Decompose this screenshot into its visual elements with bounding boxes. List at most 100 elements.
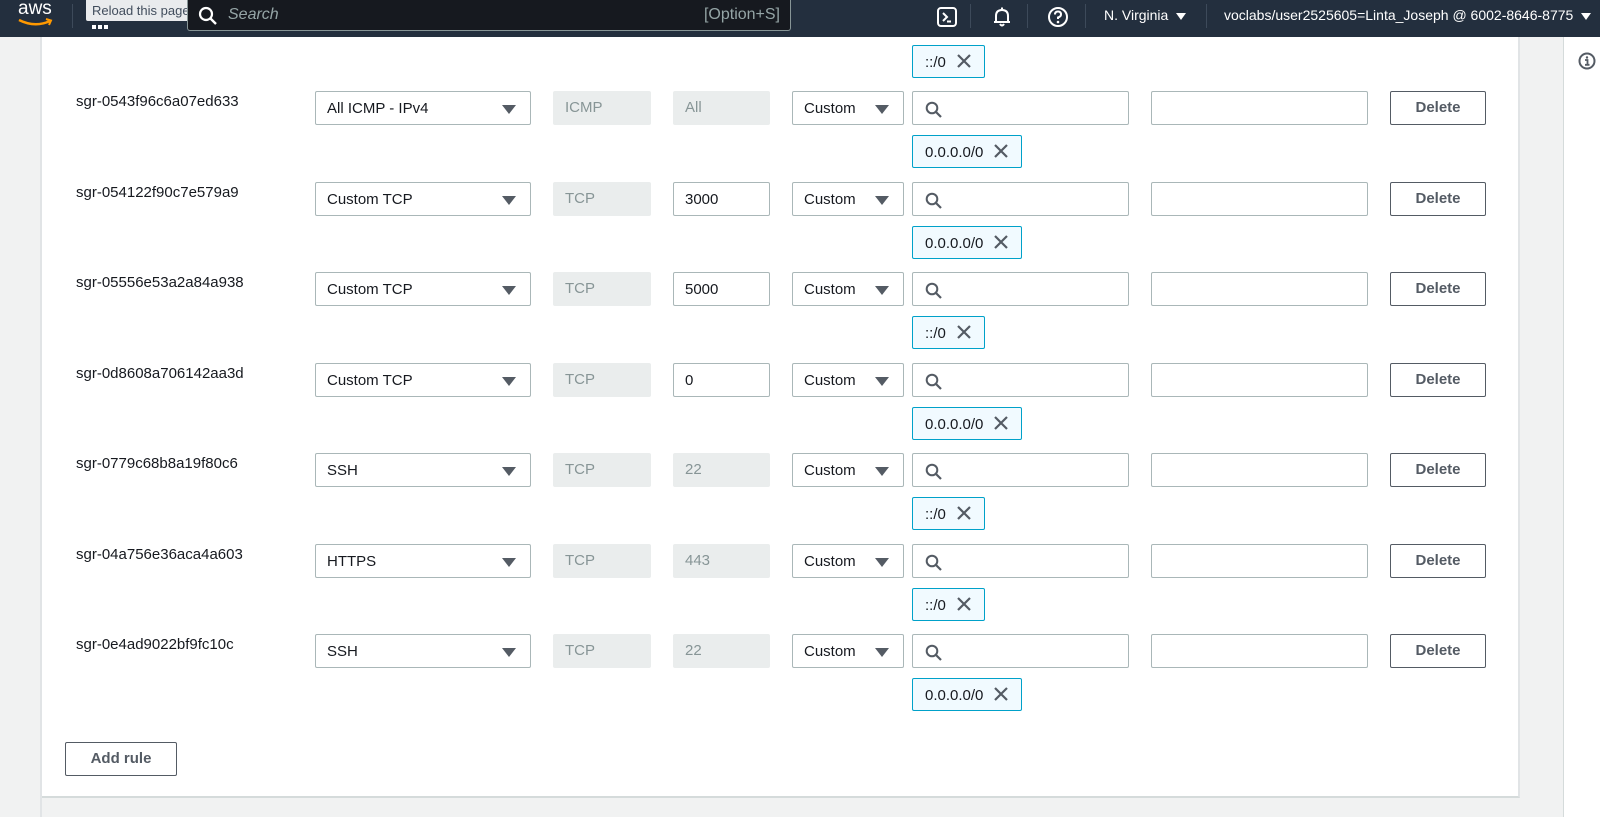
nav-divider <box>1206 4 1207 28</box>
description-input[interactable] <box>1151 91 1368 125</box>
rule-type-select[interactable]: SSH <box>315 453 531 487</box>
remove-token-icon[interactable] <box>993 415 1009 431</box>
remove-token-icon[interactable] <box>956 324 972 340</box>
delete-rule-button[interactable]: Delete <box>1390 363 1486 397</box>
rule-type-select[interactable]: Custom TCP <box>315 272 531 306</box>
search-icon <box>925 192 942 209</box>
protocol-field: TCP <box>553 453 651 487</box>
description-input[interactable] <box>1151 544 1368 578</box>
source-type-select[interactable]: Custom <box>792 634 904 668</box>
description-input[interactable] <box>1151 272 1368 306</box>
description-input[interactable] <box>1151 453 1368 487</box>
description-input[interactable] <box>1151 634 1368 668</box>
rule-type-select[interactable]: Custom TCP <box>315 363 531 397</box>
nav-divider <box>970 4 971 28</box>
caret-down-icon <box>1581 12 1592 20</box>
port-range-field: 443 <box>673 544 770 578</box>
source-cidr-search-input[interactable] <box>912 634 1129 668</box>
description-input[interactable] <box>1151 363 1368 397</box>
search-icon <box>925 282 942 299</box>
source-type-select[interactable]: Custom <box>792 272 904 306</box>
remove-token-icon[interactable] <box>993 234 1009 250</box>
delete-rule-button[interactable]: Delete <box>1390 453 1486 487</box>
rule-type-value: SSH <box>327 462 358 479</box>
source-cidr-token: ::/0 <box>912 316 985 349</box>
search-icon <box>925 554 942 571</box>
rule-type-value: SSH <box>327 643 358 660</box>
delete-rule-button[interactable]: Delete <box>1390 544 1486 578</box>
port-range-input[interactable]: 3000 <box>673 182 770 216</box>
security-group-rule-id: sgr-0543f96c6a07ed633 <box>76 93 239 110</box>
search-icon <box>925 373 942 390</box>
delete-rule-button[interactable]: Delete <box>1390 634 1486 668</box>
rule-type-select[interactable]: Custom TCP <box>315 182 531 216</box>
source-type-value: Custom <box>804 281 856 298</box>
source-type-select[interactable]: Custom <box>792 544 904 578</box>
account-label: voclabs/user2525605=Linta_Joseph @ 6002-… <box>1224 7 1574 23</box>
aws-logo[interactable]: aws <box>18 0 58 31</box>
rule-type-select[interactable]: SSH <box>315 634 531 668</box>
description-input[interactable] <box>1151 182 1368 216</box>
security-group-rule-id: sgr-05556e53a2a84a938 <box>76 274 244 291</box>
source-cidr-value: ::/0 <box>925 506 946 523</box>
account-menu[interactable]: voclabs/user2525605=Linta_Joseph @ 6002-… <box>1224 7 1592 23</box>
source-type-select[interactable]: Custom <box>792 182 904 216</box>
security-group-rule-id: sgr-0779c68b8a19f80c6 <box>76 455 238 472</box>
tools-panel <box>1563 37 1600 817</box>
remove-token-icon[interactable] <box>956 505 972 521</box>
port-range-input[interactable]: 0 <box>673 363 770 397</box>
source-cidr-search-input[interactable] <box>912 363 1129 397</box>
remove-token-icon[interactable] <box>956 53 972 69</box>
caret-down-icon <box>875 286 889 295</box>
protocol-field: TCP <box>553 634 651 668</box>
source-cidr-search-input[interactable] <box>912 544 1129 578</box>
source-cidr-value: 0.0.0.0/0 <box>925 144 984 161</box>
port-range-input[interactable]: 5000 <box>673 272 770 306</box>
caret-down-icon <box>502 377 516 386</box>
region-selector[interactable]: N. Virginia <box>1104 7 1187 23</box>
caret-down-icon <box>502 286 516 295</box>
nav-divider <box>1085 4 1086 28</box>
caret-down-icon <box>502 558 516 567</box>
help-icon[interactable] <box>1047 6 1069 28</box>
source-cidr-token: ::/0 <box>912 497 985 530</box>
security-group-rule-id: sgr-04a756e36aca4a603 <box>76 546 243 563</box>
info-icon[interactable] <box>1578 52 1596 70</box>
source-cidr-search-input[interactable] <box>912 272 1129 306</box>
caret-down-icon <box>875 105 889 114</box>
source-cidr-search-input[interactable] <box>912 182 1129 216</box>
remove-token-icon[interactable] <box>956 596 972 612</box>
caret-down-icon <box>875 467 889 476</box>
protocol-field: TCP <box>553 182 651 216</box>
remove-token-icon[interactable] <box>993 686 1009 702</box>
caret-down-icon <box>502 467 516 476</box>
global-search-input[interactable]: Search [Option+S] <box>187 0 791 31</box>
security-group-rule-id: sgr-054122f90c7e579a9 <box>76 184 239 201</box>
caret-down-icon <box>502 196 516 205</box>
add-rule-button[interactable]: Add rule <box>65 742 177 776</box>
source-cidr-search-input[interactable] <box>912 91 1129 125</box>
rule-type-value: HTTPS <box>327 553 377 570</box>
delete-rule-button[interactable]: Delete <box>1390 91 1486 125</box>
port-range-field: 22 <box>673 453 770 487</box>
rule-type-select[interactable]: HTTPS <box>315 544 531 578</box>
port-range-field: All <box>673 91 770 125</box>
source-type-value: Custom <box>804 372 856 389</box>
delete-rule-button[interactable]: Delete <box>1390 272 1486 306</box>
notifications-bell-icon[interactable] <box>991 6 1013 28</box>
source-type-value: Custom <box>804 553 856 570</box>
cloudshell-icon[interactable] <box>936 6 958 28</box>
protocol-field: TCP <box>553 272 651 306</box>
nav-divider <box>72 4 73 28</box>
source-type-select[interactable]: Custom <box>792 91 904 125</box>
source-cidr-search-input[interactable] <box>912 453 1129 487</box>
source-type-select[interactable]: Custom <box>792 453 904 487</box>
delete-rule-button[interactable]: Delete <box>1390 182 1486 216</box>
rule-type-select[interactable]: All ICMP - IPv4 <box>315 91 531 125</box>
top-navigation-bar: aws Reload this page Search [Option+S] N… <box>0 0 1600 37</box>
aws-smile-icon <box>18 18 53 26</box>
remove-token-icon[interactable] <box>993 143 1009 159</box>
rule-type-value: Custom TCP <box>327 191 413 208</box>
search-shortcut: [Option+S] <box>703 6 780 23</box>
source-type-select[interactable]: Custom <box>792 363 904 397</box>
